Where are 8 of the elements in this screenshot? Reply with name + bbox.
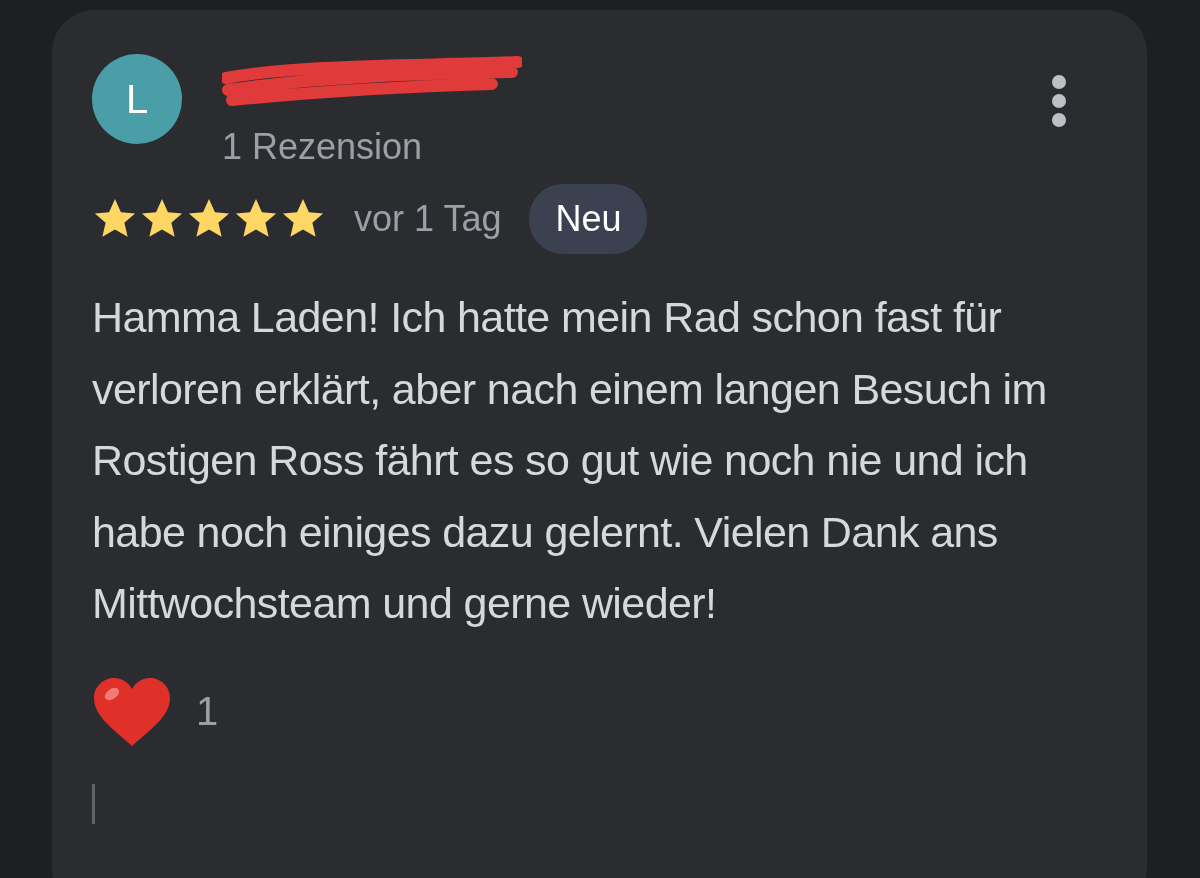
reaction-count: 1 [196,689,219,734]
more-options-icon[interactable] [1051,74,1067,128]
review-text: Hamma Laden! Ich hatte mein Rad schon fast für verloren erklärt, aber nach einem langen Besuch im Rostigen Ross fährt es so gut wie noch nie und ich habe noch einiges dazu gelernt. Vielen Dank ans Mittwochsteam und gerne wieder! [92,292,1048,629]
review-date: vor 1 Tag [354,198,502,240]
review-count: 1 Rezension [222,126,424,168]
new-badge: Neu [529,184,648,254]
heart-icon[interactable] [92,675,172,748]
avatar[interactable]: L [92,54,182,144]
